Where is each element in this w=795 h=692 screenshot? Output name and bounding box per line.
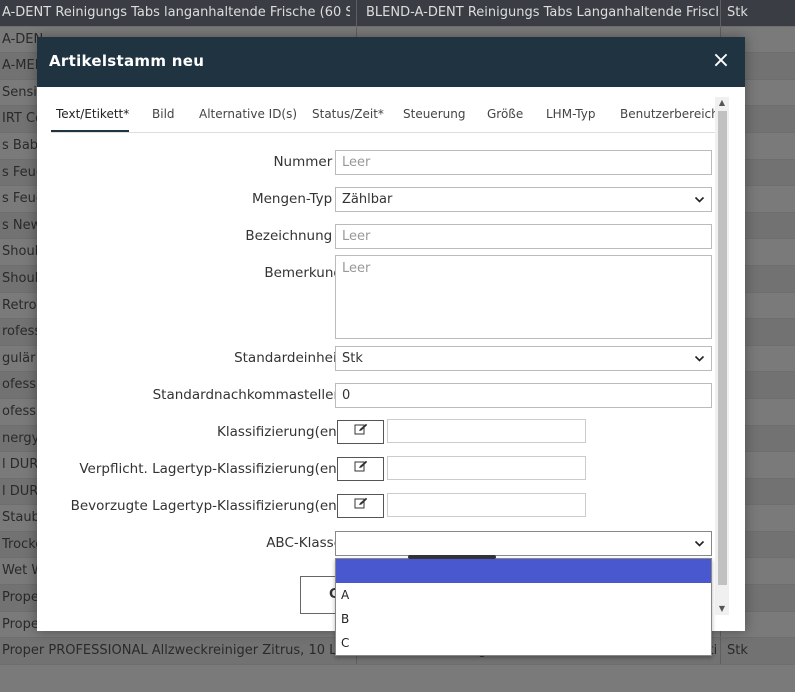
abc-klasse-label: ABC-Klasse	[266, 535, 342, 551]
scrollbar-thumb[interactable]	[718, 111, 727, 585]
table-cell: BLEND-A-DENT Reinigungs Tabs Langanhalte…	[366, 5, 718, 20]
dropdown-option[interactable]: B	[336, 607, 711, 631]
mengen-typ-value: Zählbar	[342, 192, 393, 207]
bezeichnung-input[interactable]: Leer	[335, 224, 712, 249]
tab-bild[interactable]: Bild	[152, 107, 175, 121]
form-scroll-area: Text/Etikett* Bild Alternative ID(s) Sta…	[51, 97, 729, 617]
bezeichnung-label: Bezeichnung*	[245, 228, 342, 244]
table-cell: Proper PROFESSIONAL Allzweckreiniger Zit…	[2, 643, 350, 659]
tab-lhm-typ[interactable]: LHM-Typ	[546, 107, 595, 121]
standardeinheit-select[interactable]: Stk	[335, 346, 712, 371]
chevron-down-icon	[694, 347, 705, 379]
bevorzugte-field	[387, 493, 586, 517]
abc-klasse-select[interactable]	[335, 531, 712, 556]
dropdown-option[interactable]	[336, 559, 711, 583]
verpflicht-edit-button[interactable]	[337, 457, 384, 481]
bevorzugte-label: Bevorzugte Lagertyp-Klassifizierung(en)	[70, 498, 342, 514]
edit-icon	[354, 460, 368, 476]
table-cell: Stk	[727, 5, 748, 20]
article-master-modal: Artikelstamm neu × Text/Etikett* Bild Al…	[37, 37, 745, 631]
modal-title: Artikelstamm neu	[49, 52, 205, 70]
table-row[interactable]: A-DENT Reinigungs Tabs langanhaltende Fr…	[0, 0, 795, 27]
abc-klasse-dropdown: ABC	[335, 558, 712, 656]
column-divider	[356, 0, 357, 26]
verpflicht-field	[387, 456, 586, 480]
active-tab-indicator	[51, 130, 129, 132]
table-cell: A-DENT Reinigungs Tabs langanhaltende Fr…	[2, 5, 350, 20]
tab-status-zeit[interactable]: Status/Zeit*	[312, 107, 384, 121]
standardnachkommastellen-input[interactable]: 0	[335, 383, 712, 408]
mengen-typ-label: Mengen-Typ*	[251, 191, 342, 207]
verpflicht-label: Verpflicht. Lagertyp-Klassifizierung(en)	[79, 461, 342, 477]
mengen-typ-select[interactable]: Zählbar	[335, 187, 712, 212]
table-cell: Stk	[727, 643, 748, 659]
klassifizierung-field	[387, 419, 586, 443]
scroll-up-icon[interactable]: ▲	[715, 97, 729, 109]
edit-icon	[354, 423, 368, 439]
standardnachkommastellen-label: Standardnachkommastellen	[152, 387, 342, 403]
tab-groesse[interactable]: Größe	[487, 107, 523, 121]
nummer-input[interactable]: Leer	[335, 150, 712, 175]
dropdown-option[interactable]: C	[336, 631, 711, 655]
nummer-label: Nummer*	[273, 154, 342, 170]
tab-text-etikett[interactable]: Text/Etikett*	[56, 107, 129, 121]
tab-bar: Text/Etikett* Bild Alternative ID(s) Sta…	[51, 97, 729, 133]
modal-header: Artikelstamm neu ×	[37, 37, 745, 87]
klassifizierung-edit-button[interactable]	[337, 420, 384, 444]
close-icon[interactable]: ×	[711, 50, 731, 72]
tab-steuerung[interactable]: Steuerung	[403, 107, 465, 121]
column-divider	[720, 0, 721, 26]
klassifizierung-label: Klassifizierung(en)	[217, 424, 342, 440]
chevron-down-icon	[694, 188, 705, 220]
tab-benutzerbereich[interactable]: Benutzerbereich	[620, 107, 719, 121]
scroll-down-icon[interactable]: ▼	[715, 603, 729, 615]
modal-body: Text/Etikett* Bild Alternative ID(s) Sta…	[37, 87, 745, 631]
standardeinheit-label: Standardeinheit	[234, 350, 342, 366]
standardeinheit-value: Stk	[342, 351, 363, 366]
bevorzugte-edit-button[interactable]	[337, 494, 384, 518]
dropdown-option[interactable]: A	[336, 583, 711, 607]
column-divider	[720, 638, 721, 664]
bemerkung-label: Bemerkung	[264, 265, 342, 281]
tab-alternative-ids[interactable]: Alternative ID(s)	[199, 107, 297, 121]
edit-icon	[354, 497, 368, 513]
bemerkung-textarea[interactable]: Leer	[335, 255, 712, 339]
form-scrollbar[interactable]: ▲ ▼	[715, 97, 729, 615]
dropdown-handle	[408, 555, 496, 559]
